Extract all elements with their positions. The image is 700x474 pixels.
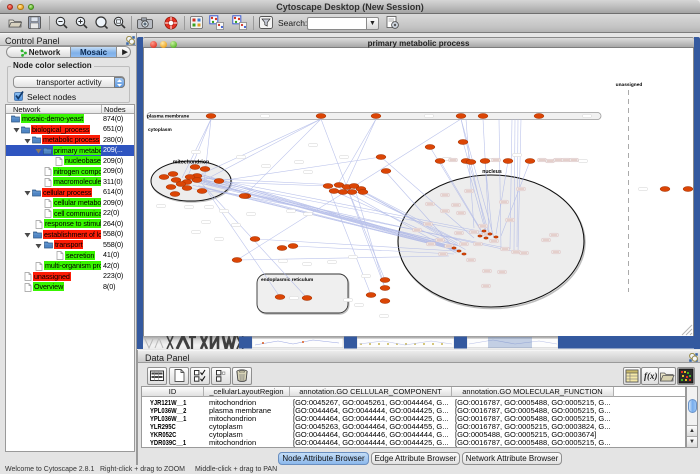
svg-text:endoplasmic reticulum: endoplasmic reticulum xyxy=(261,277,313,283)
svg-text:nucleus: nucleus xyxy=(482,169,502,175)
svg-text:unassigned: unassigned xyxy=(616,82,643,88)
svg-text:cytoplasm: cytoplasm xyxy=(148,127,172,133)
svg-text:f(x): f(x) xyxy=(644,371,658,381)
svg-text:mitochondrion: mitochondrion xyxy=(173,160,209,166)
svg-text:plasma membrane: plasma membrane xyxy=(147,114,189,120)
